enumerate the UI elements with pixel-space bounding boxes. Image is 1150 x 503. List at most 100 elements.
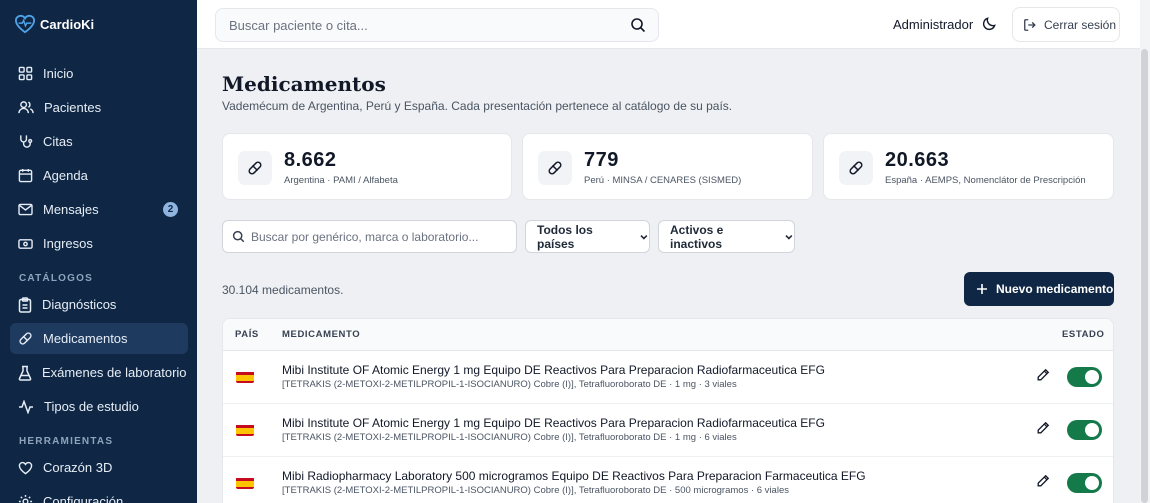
sidebar-item-label: Mensajes (43, 202, 99, 217)
medication-name: Mibi Radiopharmacy Laboratory 500 microg… (282, 469, 866, 483)
table-row[interactable]: Mibi Radiopharmacy Laboratory 500 microg… (223, 457, 1113, 503)
sidebar-item-configuracion[interactable]: Configuración (10, 486, 188, 503)
section-label-herramientas: HERRAMIENTAS (19, 436, 114, 447)
users-icon (18, 101, 34, 114)
table-row[interactable]: Mibi Institute OF Atomic Energy 1 mg Equ… (223, 404, 1113, 457)
sidebar-item-inicio[interactable]: Inicio (10, 58, 188, 89)
stethoscope-icon (20, 135, 33, 148)
sidebar: CardioKi Inicio Pacientes Citas Agenda M… (0, 0, 197, 503)
medication-detail: [TETRAKIS (2-METOXI-2-METILPROPIL-1-ISOC… (282, 485, 789, 496)
sidebar-item-agenda[interactable]: Agenda (10, 160, 188, 191)
sidebar-item-corazon-3d[interactable]: Corazón 3D (10, 452, 188, 483)
sidebar-item-medicamentos[interactable]: Medicamentos (10, 323, 188, 354)
sidebar-item-label: Pacientes (44, 100, 102, 115)
stat-label: Argentina · PAMI / Alfabeta (284, 175, 398, 186)
page-subtitle: Vademécum de Argentina, Perú y España. C… (222, 99, 733, 113)
country-select-value: Todos los países (537, 222, 593, 251)
spain-flag-icon (236, 371, 254, 383)
logo[interactable]: CardioKi (14, 14, 94, 34)
sidebar-item-examenes[interactable]: Exámenes de laboratorio (10, 357, 188, 388)
sidebar-item-label: Diagnósticos (42, 297, 117, 312)
stat-label: Perú · MINSA / CENARES (SISMED) (584, 175, 742, 186)
sidebar-item-pacientes[interactable]: Pacientes (10, 92, 188, 123)
country-select[interactable]: Todos los países (525, 220, 650, 253)
sidebar-item-label: Inicio (43, 66, 74, 81)
sidebar-item-diagnosticos[interactable]: Diagnósticos (10, 289, 188, 320)
edit-icon[interactable] (1036, 368, 1050, 382)
spain-flag-icon (236, 424, 254, 436)
medication-search-placeholder: Buscar por genérico, marca o laboratorio… (251, 229, 479, 244)
status-toggle[interactable] (1067, 473, 1102, 493)
banknote-icon (18, 238, 33, 249)
medication-search-input[interactable]: Buscar por genérico, marca o laboratorio… (222, 220, 517, 253)
column-header-pais: PAÍS (235, 329, 259, 340)
mail-icon (18, 203, 33, 216)
edit-icon[interactable] (1036, 421, 1050, 435)
medications-table: PAÍS MEDICAMENTO ESTADO Mibi Institute O… (222, 318, 1114, 503)
stat-card-espana: 20.663 España · AEMPS, Nomenclátor de Pr… (823, 133, 1114, 200)
scrollbar-thumb[interactable] (1141, 49, 1148, 503)
medication-detail: [TETRAKIS (2-METOXI-2-METILPROPIL-1-ISOC… (282, 379, 737, 390)
topbar: Buscar paciente o cita... Administrador … (197, 0, 1140, 49)
global-search-input[interactable]: Buscar paciente o cita... (215, 8, 659, 42)
flask-icon (18, 365, 32, 381)
calendar-icon (18, 168, 33, 183)
medication-detail: [TETRAKIS (2-METOXI-2-METILPROPIL-1-ISOC… (282, 432, 737, 443)
medication-name: Mibi Institute OF Atomic Energy 1 mg Equ… (282, 363, 825, 377)
sidebar-item-ingresos[interactable]: Ingresos (10, 228, 188, 259)
activity-icon (19, 399, 33, 414)
stat-value: 8.662 (284, 149, 337, 171)
pill-icon (238, 151, 272, 185)
clipboard-icon (18, 296, 32, 313)
toggle-knob (1085, 476, 1099, 490)
pill-icon (538, 151, 572, 185)
sidebar-item-label: Medicamentos (43, 331, 128, 346)
results-count: 30.104 medicamentos. (222, 283, 344, 297)
sidebar-item-label: Tipos de estudio (44, 399, 139, 414)
spain-flag-icon (236, 477, 254, 489)
pill-icon (19, 332, 32, 345)
logout-button[interactable]: Cerrar sesión (1012, 7, 1120, 42)
stat-value: 20.663 (885, 149, 950, 171)
page-title: Medicamentos (222, 72, 386, 96)
sidebar-item-label: Exámenes de laboratorio (42, 365, 187, 380)
pill-icon (839, 151, 873, 185)
toggle-knob (1085, 423, 1099, 437)
sidebar-item-label: Configuración (43, 494, 124, 503)
unread-badge: 2 (163, 202, 178, 217)
toggle-knob (1085, 370, 1099, 384)
app-name: CardioKi (40, 16, 95, 32)
stat-card-argentina: 8.662 Argentina · PAMI / Alfabeta (222, 133, 512, 200)
sidebar-item-tipos-estudio[interactable]: Tipos de estudio (10, 391, 188, 422)
plus-icon (977, 284, 987, 294)
chevron-down-icon (785, 234, 793, 240)
heart-logo-icon (14, 14, 36, 34)
logout-icon (1024, 18, 1036, 31)
status-select[interactable]: Activos e inactivos (658, 220, 795, 253)
table-row[interactable]: Mibi Institute OF Atomic Energy 1 mg Equ… (223, 351, 1113, 404)
gear-icon (18, 494, 33, 503)
sidebar-item-mensajes[interactable]: Mensajes 2 (10, 194, 188, 225)
chevron-down-icon (640, 234, 648, 240)
logout-label: Cerrar sesión (1044, 17, 1117, 32)
status-toggle[interactable] (1067, 367, 1102, 387)
sidebar-item-label: Agenda (43, 168, 88, 183)
table-header: PAÍS MEDICAMENTO ESTADO (223, 319, 1113, 351)
search-icon[interactable] (630, 17, 646, 33)
column-header-estado: ESTADO (1062, 329, 1105, 340)
search-icon (232, 230, 245, 243)
new-medication-button[interactable]: Nuevo medicamento (964, 272, 1114, 306)
grid-icon (18, 66, 33, 81)
column-header-medicamento: MEDICAMENTO (282, 329, 361, 340)
moon-icon[interactable] (982, 16, 997, 31)
section-label-catalogos: CATÁLOGOS (19, 273, 93, 284)
status-toggle[interactable] (1067, 420, 1102, 440)
edit-icon[interactable] (1036, 474, 1050, 488)
stat-value: 779 (584, 149, 619, 171)
user-name[interactable]: Administrador (893, 17, 973, 32)
heart-icon (18, 461, 33, 474)
stat-card-peru: 779 Perú · MINSA / CENARES (SISMED) (522, 133, 813, 200)
stat-label: España · AEMPS, Nomenclátor de Prescripc… (885, 175, 1086, 186)
sidebar-item-label: Corazón 3D (43, 460, 113, 475)
sidebar-item-citas[interactable]: Citas (10, 126, 188, 157)
